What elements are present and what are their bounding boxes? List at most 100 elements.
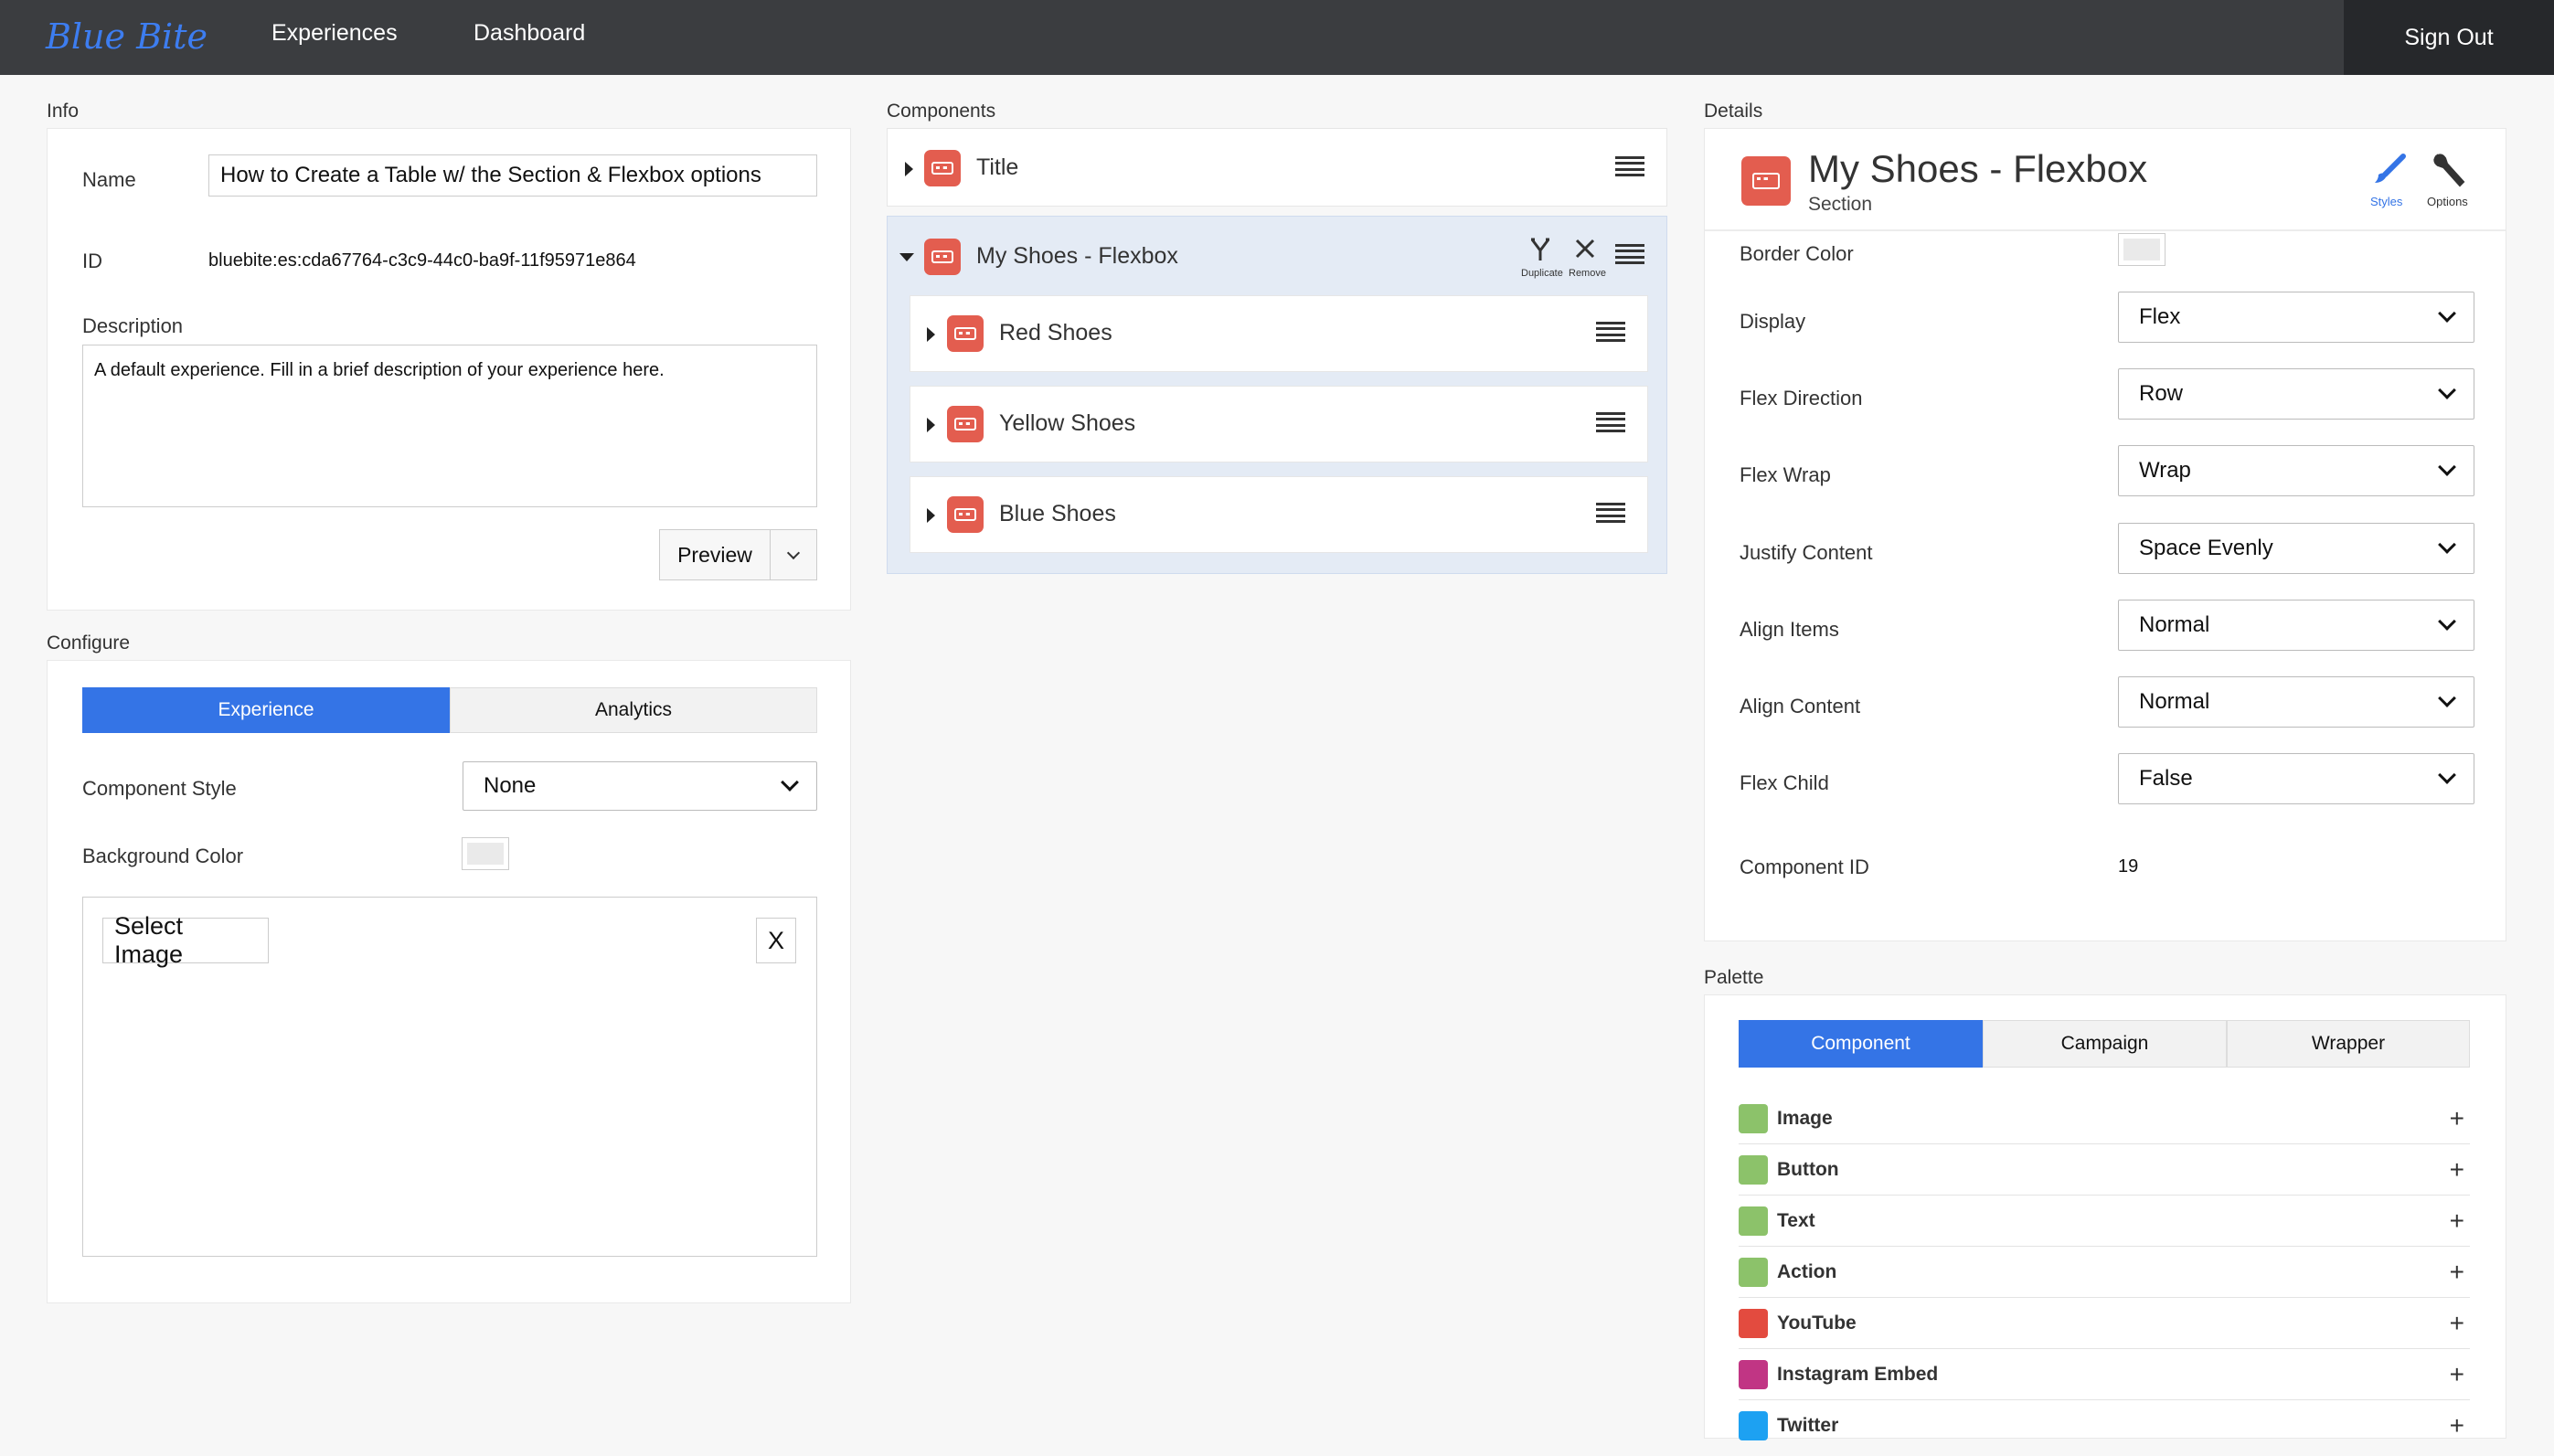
add-icon[interactable]: + [2450, 1106, 2464, 1132]
preview-button[interactable]: Preview [659, 529, 771, 580]
id-label: ID [82, 250, 102, 272]
tab-experience[interactable]: Experience [82, 687, 450, 733]
component-style-label: Component Style [82, 777, 237, 800]
add-icon[interactable]: + [2450, 1362, 2464, 1387]
palette-section-label: Palette [1704, 967, 1764, 988]
description-label: Description [82, 314, 184, 337]
component-row-label: Blue Shoes [999, 501, 1116, 526]
display-select[interactable]: Flex [2118, 292, 2474, 343]
section-component-icon [924, 150, 961, 186]
preview-dropdown-toggle[interactable] [770, 529, 817, 580]
palette-tab-campaign[interactable]: Campaign [1983, 1020, 2227, 1068]
palette-item-label: Instagram Embed [1777, 1364, 1939, 1385]
palette-item-image[interactable]: Image + [1739, 1093, 2470, 1144]
palette-item-label: Twitter [1777, 1415, 1839, 1436]
component-row-blue-shoes[interactable]: Blue Shoes [910, 476, 1648, 553]
flex-wrap-select[interactable]: Wrap [2118, 445, 2474, 496]
chevron-down-icon [2438, 381, 2456, 399]
drag-handle-icon[interactable] [1596, 322, 1625, 342]
components-section-label: Components [887, 101, 996, 122]
expand-arrow-icon[interactable] [905, 162, 913, 176]
flex-direction-select[interactable]: Row [2118, 368, 2474, 420]
component-row-red-shoes[interactable]: Red Shoes [910, 295, 1648, 372]
image-picker: Select Image X [82, 897, 817, 1257]
component-row-label: Yellow Shoes [999, 410, 1136, 436]
component-row-yellow-shoes[interactable]: Yellow Shoes [910, 386, 1648, 462]
palette-item-instagram-embed[interactable]: Instagram Embed + [1739, 1349, 2470, 1400]
component-row-my-shoes-flexbox[interactable]: My Shoes - Flexbox Duplicate Remove Red … [887, 216, 1667, 574]
component-row-label: Title [976, 154, 1019, 180]
drag-handle-icon[interactable] [1615, 156, 1644, 176]
flex-wrap-label: Flex Wrap [1740, 463, 1831, 486]
collapse-arrow-icon[interactable] [899, 253, 914, 261]
background-color-swatch[interactable] [462, 837, 509, 870]
border-color-swatch[interactable] [2118, 233, 2166, 266]
add-icon[interactable]: + [2450, 1157, 2464, 1183]
align-content-select[interactable]: Normal [2118, 676, 2474, 728]
action-icon [1739, 1258, 1768, 1287]
drag-handle-icon[interactable] [1596, 503, 1625, 523]
justify-content-select[interactable]: Space Evenly [2118, 523, 2474, 574]
section-component-icon [947, 315, 984, 352]
palette-item-text[interactable]: Text + [1739, 1196, 2470, 1247]
palette-item-action[interactable]: Action + [1739, 1247, 2470, 1298]
palette-item-label: Action [1777, 1261, 1837, 1282]
drag-handle-icon[interactable] [1615, 244, 1644, 264]
component-style-select[interactable]: None [463, 761, 817, 811]
blue-bite-logo[interactable]: Blue Bite [46, 16, 208, 57]
info-section-label: Info [47, 101, 80, 122]
add-icon[interactable]: + [2450, 1413, 2464, 1439]
nav-dashboard[interactable]: Dashboard [474, 20, 585, 47]
image-icon [1739, 1104, 1768, 1133]
align-items-value: Normal [2139, 612, 2210, 637]
background-color-label: Background Color [82, 845, 244, 867]
configure-section-label: Configure [47, 632, 131, 654]
component-row-label: Red Shoes [999, 320, 1112, 345]
chevron-down-icon [2438, 458, 2456, 476]
palette-item-twitter[interactable]: Twitter + [1739, 1400, 2470, 1442]
align-items-select[interactable]: Normal [2118, 600, 2474, 651]
flex-child-select[interactable]: False [2118, 753, 2474, 804]
name-input[interactable]: How to Create a Table w/ the Section & F… [208, 154, 817, 197]
expand-arrow-icon[interactable] [927, 327, 935, 342]
add-icon[interactable]: + [2450, 1311, 2464, 1336]
details-subtitle: Section [1808, 194, 1873, 215]
description-textarea[interactable]: A default experience. Fill in a brief de… [82, 345, 817, 507]
chevron-down-icon [2438, 689, 2456, 707]
button-icon [1739, 1155, 1768, 1185]
nav-experiences[interactable]: Experiences [271, 20, 398, 47]
configure-card: Experience Analytics Component Style Non… [47, 660, 851, 1303]
instagram-icon [1739, 1360, 1768, 1389]
duplicate-icon[interactable] [1527, 237, 1553, 262]
tab-analytics[interactable]: Analytics [450, 687, 817, 733]
flex-direction-value: Row [2139, 381, 2184, 406]
flex-child-value: False [2139, 766, 2193, 791]
chevron-down-icon [2438, 766, 2456, 784]
palette-item-youtube[interactable]: YouTube + [1739, 1298, 2470, 1349]
palette-tab-component[interactable]: Component [1739, 1020, 1983, 1068]
palette-item-button[interactable]: Button + [1739, 1144, 2470, 1196]
duplicate-label: Duplicate [1521, 268, 1563, 279]
styles-brush-icon[interactable] [2370, 153, 2410, 186]
palette-tab-wrapper[interactable]: Wrapper [2227, 1020, 2470, 1068]
add-icon[interactable]: + [2450, 1208, 2464, 1234]
display-label: Display [1740, 310, 1806, 333]
align-items-label: Align Items [1740, 618, 1839, 641]
chevron-down-icon [2438, 536, 2456, 554]
drag-handle-icon[interactable] [1596, 412, 1625, 432]
details-section-label: Details [1704, 101, 1763, 122]
palette-item-label: Text [1777, 1210, 1815, 1231]
flex-direction-label: Flex Direction [1740, 387, 1863, 409]
align-content-value: Normal [2139, 689, 2210, 714]
expand-arrow-icon[interactable] [927, 418, 935, 432]
clear-image-button[interactable]: X [756, 918, 796, 963]
options-wrench-icon[interactable] [2429, 151, 2469, 189]
component-row-title[interactable]: Title [887, 128, 1667, 207]
twitter-icon [1739, 1411, 1768, 1440]
remove-icon[interactable] [1573, 237, 1597, 260]
add-icon[interactable]: + [2450, 1259, 2464, 1285]
section-component-icon [947, 496, 984, 533]
expand-arrow-icon[interactable] [927, 508, 935, 523]
sign-out-button[interactable]: Sign Out [2344, 0, 2554, 75]
select-image-button[interactable]: Select Image [102, 912, 269, 968]
